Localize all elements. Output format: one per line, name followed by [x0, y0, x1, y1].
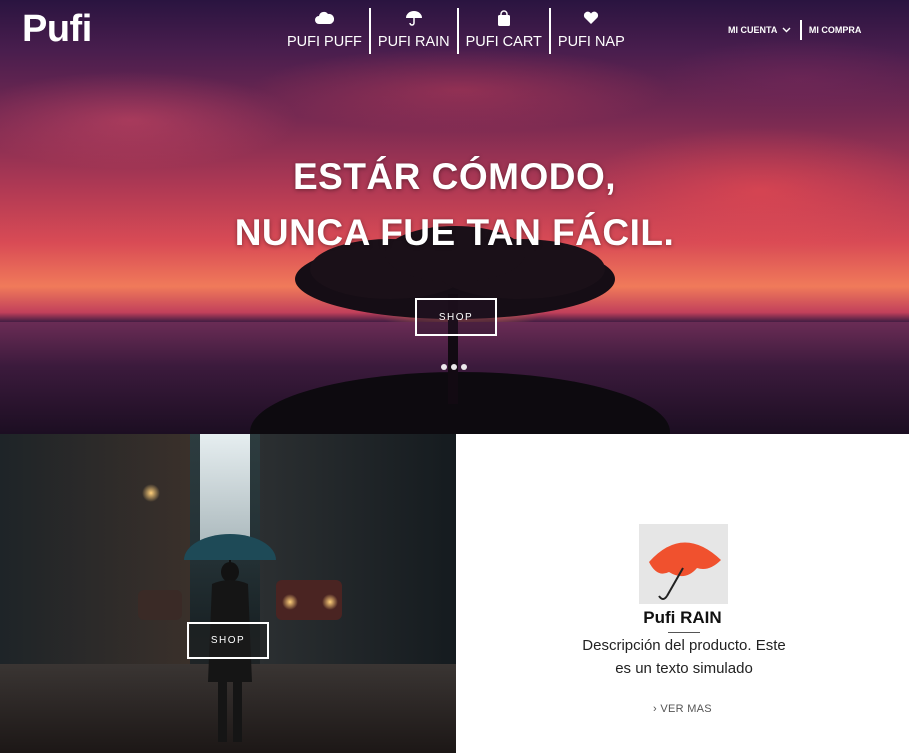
cloud-icon: [314, 8, 335, 28]
ver-mas-link[interactable]: › VER MAS: [653, 703, 712, 715]
hero-banner: ESTÁR CÓMODO, NUNCA FUE TAN FÁCIL. SHOP: [0, 0, 909, 434]
hero-shop-button[interactable]: SHOP: [415, 298, 497, 336]
street-lamp: [142, 484, 160, 502]
rain-shop-button[interactable]: SHOP: [187, 622, 269, 659]
nav-divider: [548, 8, 551, 54]
mi-cuenta-link[interactable]: MI CUENTA: [728, 25, 777, 35]
page: ESTÁR CÓMODO, NUNCA FUE TAN FÁCIL. SHOP …: [0, 0, 909, 753]
product-card: Pufi RAIN Descripción del producto. Este…: [456, 434, 909, 753]
tail-light: [322, 594, 338, 610]
slider-dot-2[interactable]: [451, 364, 457, 370]
nav-label: PUFI RAIN: [377, 34, 450, 50]
product-name: Pufi RAIN: [643, 608, 722, 627]
hero-title-line2: NUNCA FUE TAN FÁCIL.: [234, 212, 675, 253]
slider-dots: [441, 364, 467, 370]
shopping-bag-icon: [497, 8, 511, 28]
nav-item-pufi-nap[interactable]: PUFI NAP: [553, 8, 630, 54]
product-description-line2: es un texto simulado: [615, 660, 753, 677]
slider-dot-1[interactable]: [441, 364, 447, 370]
product-divider: [668, 632, 700, 633]
chevron-right-icon: ›: [653, 703, 657, 715]
slider-dot-3[interactable]: [461, 364, 467, 370]
nav-item-pufi-rain[interactable]: PUFI RAIN: [373, 8, 455, 54]
mi-compra-link[interactable]: MI COMPRA: [809, 25, 862, 35]
heart-icon: [583, 8, 599, 28]
rain-promo-image: SHOP: [0, 434, 456, 753]
tail-light: [282, 594, 298, 610]
nav-item-pufi-cart[interactable]: PUFI CART: [461, 8, 547, 54]
product-description: Descripción del producto. Este es un tex…: [556, 634, 812, 680]
nav-label: PUFI PUFF: [287, 34, 362, 50]
product-description-line1: Descripción del producto. Este: [582, 637, 786, 654]
umbrella-icon: [405, 8, 423, 28]
nav-divider: [456, 8, 459, 54]
nav-divider: [368, 8, 371, 54]
nav-item-pufi-puff[interactable]: PUFI PUFF: [282, 8, 367, 54]
umbrella-product-image[interactable]: [639, 524, 728, 604]
nav-label: PUFI CART: [465, 34, 542, 50]
ver-mas-label: VER MAS: [660, 703, 712, 715]
city-building-left: [0, 434, 190, 684]
main-nav: PUFI PUFF PUFI RAIN PUFI CART PUFI NAP: [282, 8, 630, 54]
brand-logo[interactable]: Pufi: [22, 8, 92, 51]
hero-title-line1: ESTÁR CÓMODO,: [292, 156, 617, 197]
account-divider: [800, 20, 802, 40]
chevron-down-icon[interactable]: [782, 25, 791, 35]
car-left: [138, 590, 182, 620]
account-menu: MI CUENTA MI COMPRA: [728, 20, 861, 40]
city-building-right: [260, 434, 456, 684]
nav-label: PUFI NAP: [557, 34, 625, 50]
